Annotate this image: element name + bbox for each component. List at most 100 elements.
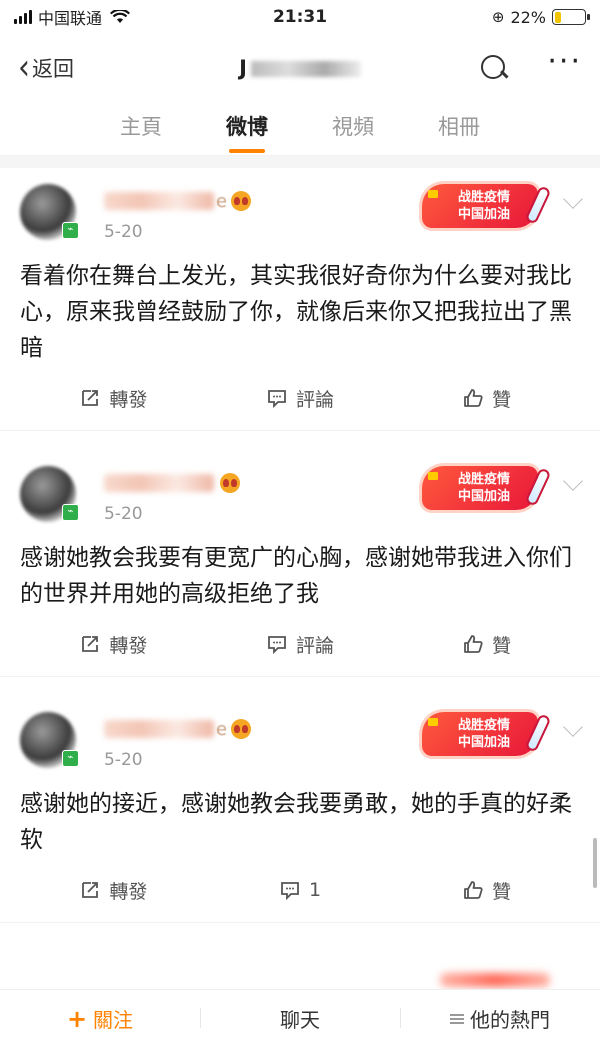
back-label: 返回 xyxy=(32,57,74,81)
flag-icon xyxy=(428,472,438,480)
vip-heart-icon xyxy=(231,719,252,739)
tab-videos[interactable]: 視頻 xyxy=(332,111,374,147)
like-label: 贊 xyxy=(492,388,512,411)
comment-button[interactable]: 評論 xyxy=(207,385,394,412)
post-actions: 轉發 1 贊 xyxy=(0,858,600,922)
post-date: 5-20 xyxy=(104,222,143,242)
member-badge-icon: ⌁ xyxy=(62,750,79,767)
chevron-left-icon: ‹ xyxy=(18,46,30,89)
like-label: 贊 xyxy=(492,880,512,903)
username-suffix: e xyxy=(216,718,228,740)
chat-label: 聊天 xyxy=(280,1008,320,1032)
hot-posts-button[interactable]: 他的熱門 xyxy=(400,1004,600,1033)
campaign-line-1: 战胜疫情 xyxy=(457,472,510,487)
redacted-username xyxy=(104,720,214,738)
profile-tabs: 主頁 微博 視頻 相冊 xyxy=(0,102,600,156)
like-button[interactable]: 贊 xyxy=(393,877,580,904)
redacted-username xyxy=(104,474,214,492)
vip-heart-icon xyxy=(220,473,240,493)
post-card[interactable]: ⌁ e 5-20 战胜疫情 中国加油 看着你在舞台上发光，其实我很好奇你为什么要… xyxy=(0,168,600,366)
campaign-badge: 战胜疫情 中国加油 xyxy=(422,466,552,510)
battery-percent: 22% xyxy=(510,7,546,27)
repost-button[interactable]: 轉發 xyxy=(20,385,207,412)
comment-icon xyxy=(268,390,286,409)
repost-icon xyxy=(82,390,99,406)
flag-icon xyxy=(428,718,438,726)
comment-label: 1 xyxy=(308,879,322,901)
chat-button[interactable]: 聊天 xyxy=(200,1004,400,1033)
campaign-line-2: 中国加油 xyxy=(457,735,510,750)
rotation-lock-icon: ⊕ xyxy=(491,8,505,26)
plus-icon: + xyxy=(66,1004,88,1033)
chevron-down-icon[interactable] xyxy=(563,189,583,209)
follow-label: 關注 xyxy=(93,1008,134,1032)
post-card[interactable]: ⌁ 5-20 战胜疫情 中国加油 感谢她教会我要有更宽广的心胸，感谢她带我进入你… xyxy=(0,450,600,612)
campaign-badge: 战胜疫情 中国加油 xyxy=(422,712,552,756)
repost-label: 轉發 xyxy=(109,880,148,903)
like-label: 贊 xyxy=(492,634,512,657)
campaign-line-1: 战胜疫情 xyxy=(457,190,510,205)
campaign-badge: 战胜疫情 中国加油 xyxy=(422,184,552,228)
post-actions: 轉發 評論 贊 xyxy=(0,366,600,430)
avatar[interactable]: ⌁ xyxy=(20,712,80,772)
battery-fill xyxy=(554,11,561,23)
comment-button[interactable]: 評論 xyxy=(207,631,394,658)
comment-icon xyxy=(281,882,299,901)
comment-icon xyxy=(268,636,286,655)
tab-albums[interactable]: 相冊 xyxy=(438,111,480,147)
carrier-name: 中国联通 xyxy=(38,9,103,28)
profile-title-text: J xyxy=(239,56,247,80)
flag-icon xyxy=(428,190,438,198)
repost-button[interactable]: 轉發 xyxy=(20,877,207,904)
like-button[interactable]: 贊 xyxy=(393,385,580,412)
wifi-icon xyxy=(110,10,130,23)
avatar[interactable]: ⌁ xyxy=(20,184,80,244)
thumbs-up-icon xyxy=(464,389,483,407)
campaign-line-1: 战胜疫情 xyxy=(457,718,510,733)
post-actions: 轉發 評論 贊 xyxy=(0,612,600,676)
thumbs-up-icon xyxy=(464,881,483,899)
avatar[interactable]: ⌁ xyxy=(20,466,80,526)
redacted-username xyxy=(104,192,214,210)
follow-button[interactable]: + 關注 xyxy=(0,1004,200,1033)
post-separator xyxy=(0,676,600,696)
comment-button[interactable]: 1 xyxy=(207,879,394,901)
vip-heart-icon xyxy=(231,191,252,211)
comment-label: 評論 xyxy=(296,634,335,657)
status-bar: 中国联通 21:31 ⊕ 22% xyxy=(0,0,600,34)
post-separator xyxy=(0,430,600,450)
chevron-down-icon[interactable] xyxy=(563,471,583,491)
divider xyxy=(0,156,600,168)
redacted-name xyxy=(250,61,361,77)
like-button[interactable]: 贊 xyxy=(393,631,580,658)
more-icon[interactable]: ··· xyxy=(547,47,582,77)
scrollbar[interactable] xyxy=(593,838,597,888)
tab-weibo[interactable]: 微博 xyxy=(226,111,268,147)
search-icon[interactable] xyxy=(479,53,509,83)
post-text: 感谢她的接近，感谢她教会我要勇敢，她的手真的好柔软 xyxy=(20,791,572,853)
member-badge-icon: ⌁ xyxy=(62,504,79,521)
member-badge-icon: ⌁ xyxy=(62,222,79,239)
username[interactable] xyxy=(104,470,240,496)
post-text: 看着你在舞台上发光，其实我很好奇你为什么要对我比心，原来我曾经鼓励了你，就像后来… xyxy=(20,263,572,361)
comment-label: 評論 xyxy=(296,388,335,411)
back-button[interactable]: ‹ 返回 xyxy=(18,46,74,89)
chevron-down-icon[interactable] xyxy=(563,717,583,737)
repost-button[interactable]: 轉發 xyxy=(20,631,207,658)
username[interactable]: e xyxy=(104,188,252,214)
post-card[interactable]: ⌁ e 5-20 战胜疫情 中国加油 感谢她的接近，感谢她教会我要勇敢，她的手真… xyxy=(0,696,600,858)
post-text: 感谢她教会我要有更宽广的心胸，感谢她带我进入你们的世界并用她的高级拒绝了我 xyxy=(20,545,572,607)
battery-icon xyxy=(552,9,590,25)
username[interactable]: e xyxy=(104,716,252,742)
feed: ⌁ e 5-20 战胜疫情 中国加油 看着你在舞台上发光，其实我很好奇你为什么要… xyxy=(0,168,600,942)
username-suffix: e xyxy=(216,190,228,212)
hot-posts-label: 他的熱門 xyxy=(470,1008,550,1032)
menu-icon xyxy=(450,1013,464,1024)
repost-icon xyxy=(82,636,99,652)
nav-bar: ‹ 返回 J ··· xyxy=(0,34,600,102)
campaign-line-2: 中国加油 xyxy=(457,207,510,222)
post-date: 5-20 xyxy=(104,504,143,524)
signal-icon xyxy=(14,10,32,24)
tab-home[interactable]: 主頁 xyxy=(120,111,162,147)
repost-icon xyxy=(82,882,99,898)
